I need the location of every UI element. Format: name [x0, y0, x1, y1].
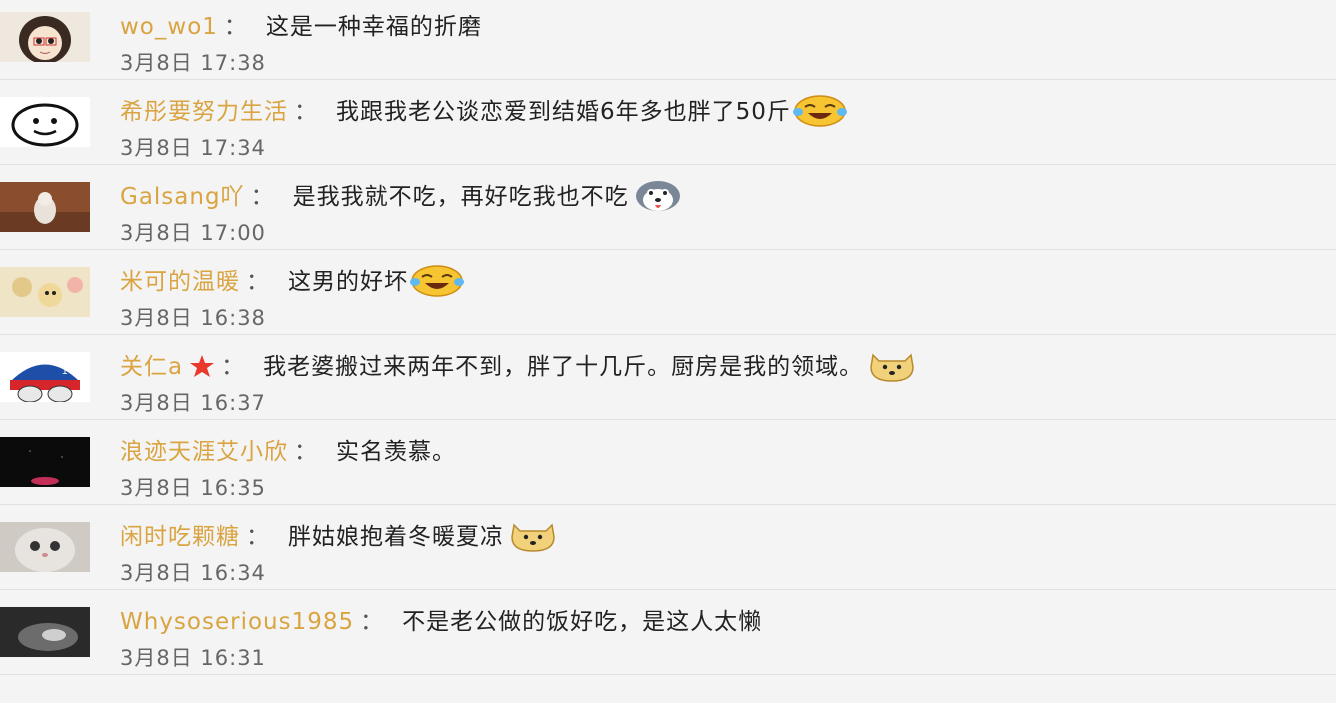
- comment-text: 我跟我老公谈恋爱到结婚6年多也胖了50斤: [336, 99, 791, 125]
- timestamp: 3月8日 16:35: [120, 476, 266, 500]
- doge-emoji-icon: [865, 349, 919, 383]
- username[interactable]: Galsang吖: [120, 184, 245, 210]
- comment-item: wo_wo1： 这是一种幸福的折磨 3月8日 17:38: [0, 0, 1336, 80]
- comment-item: 1 关仁a ： 我老婆搬过来两年不到，胖了十几斤。厨房是我的领域。 3月8日 16:…: [0, 335, 1336, 420]
- colon: ：: [294, 99, 318, 125]
- comment-text: 是我我就不吃，再好吃我也不吃: [292, 184, 629, 210]
- doge-emoji-icon: [506, 519, 560, 553]
- colon: ：: [360, 609, 385, 635]
- laugh-cry-emoji-icon: [410, 264, 464, 298]
- avatar[interactable]: [0, 182, 90, 232]
- avatar[interactable]: [0, 97, 90, 147]
- username[interactable]: 关仁a: [120, 354, 183, 380]
- colon: ：: [250, 184, 275, 210]
- colon: ：: [294, 439, 318, 465]
- avatar[interactable]: 1: [0, 352, 90, 402]
- laugh-cry-emoji-icon: [792, 94, 847, 128]
- comment-item: Galsang吖： 是我我就不吃，再好吃我也不吃 3月8日 17:00: [0, 165, 1336, 250]
- timestamp: 3月8日 16:38: [120, 306, 266, 330]
- timestamp: 3月8日 17:34: [120, 136, 266, 160]
- comment-text: 胖姑娘抱着冬暖夏凉: [288, 524, 504, 550]
- husky-emoji-icon: [631, 179, 685, 213]
- username[interactable]: 米可的温暖: [120, 269, 240, 295]
- avatar[interactable]: [0, 12, 90, 62]
- comment-text: 不是老公做的饭好吃，是这人太懒: [402, 609, 763, 635]
- username[interactable]: wo_wo1: [120, 14, 218, 40]
- colon: ：: [221, 354, 246, 380]
- colon: ：: [246, 524, 270, 550]
- username[interactable]: Whysoserious1985: [120, 609, 354, 635]
- comment-item: 希彤要努力生活： 我跟我老公谈恋爱到结婚6年多也胖了50斤 3月8日 17:34: [0, 80, 1336, 165]
- colon: ：: [246, 269, 270, 295]
- comment-text: 这是一种幸福的折磨: [265, 14, 482, 40]
- username[interactable]: 希彤要努力生活: [120, 99, 288, 125]
- comment-text: 我老婆搬过来两年不到，胖了十几斤。厨房是我的领域。: [263, 354, 864, 380]
- timestamp: 3月8日 17:38: [120, 51, 266, 75]
- comment-text: 实名羡慕。: [336, 439, 456, 465]
- username[interactable]: 浪迹天涯艾小欣: [120, 439, 288, 465]
- colon: ：: [223, 14, 248, 40]
- comment-item: 米可的温暖： 这男的好坏 3月8日 16:38: [0, 250, 1336, 335]
- comment-item: Whysoserious1985： 不是老公做的饭好吃，是这人太懒 3月8日 16…: [0, 590, 1336, 675]
- timestamp: 3月8日 17:00: [120, 221, 266, 245]
- avatar[interactable]: [0, 437, 90, 487]
- svg-text:1: 1: [62, 366, 68, 377]
- star-icon: [189, 353, 215, 379]
- comment-item: 浪迹天涯艾小欣： 实名羡慕。 3月8日 16:35: [0, 420, 1336, 505]
- avatar[interactable]: [0, 522, 90, 572]
- comment-item: 闲时吃颗糖： 胖姑娘抱着冬暖夏凉 3月8日 16:34: [0, 505, 1336, 590]
- timestamp: 3月8日 16:31: [120, 646, 266, 670]
- comment-text: 这男的好坏: [288, 269, 408, 295]
- timestamp: 3月8日 16:34: [120, 561, 266, 585]
- timestamp: 3月8日 16:37: [120, 391, 266, 415]
- comment-list: wo_wo1：这是一种幸福的折磨 3月8日 17:38 希彤要努力生活：我跟我老…: [0, 0, 1336, 675]
- avatar[interactable]: [0, 607, 90, 657]
- username[interactable]: 闲时吃颗糖: [120, 524, 240, 550]
- avatar[interactable]: [0, 267, 90, 317]
